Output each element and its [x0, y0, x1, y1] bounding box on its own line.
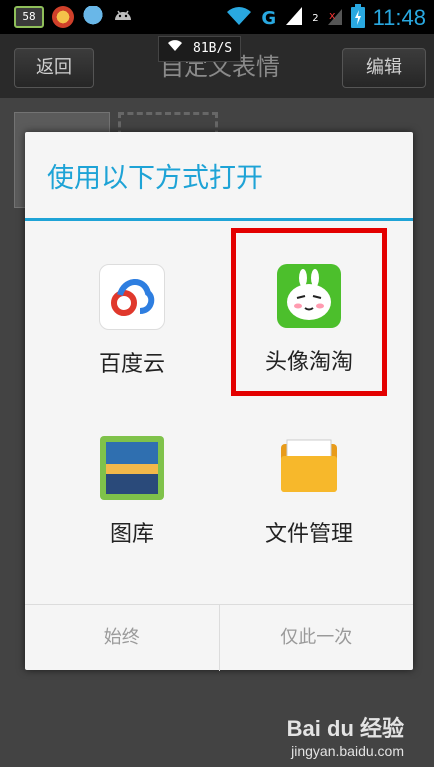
signal-icon [284, 5, 304, 31]
file-manager-icon [277, 436, 341, 500]
app-option-baidu-cloud[interactable]: 百度云 [47, 264, 217, 378]
network-speed-value: 81B/S [193, 41, 233, 56]
dialog-title: 使用以下方式打开 [47, 163, 263, 194]
app-label: 文件管理 [264, 522, 353, 547]
baidu-cloud-icon [99, 264, 165, 330]
signal-empty-icon: x [327, 5, 343, 31]
battery-level-badge: 58 [14, 6, 44, 28]
chat-app-icon [82, 6, 104, 28]
battery-icon [350, 4, 365, 32]
app-label: 图库 [109, 522, 154, 547]
gallery-icon [100, 436, 164, 500]
status-right-icons: G 2 x 11:48 [225, 4, 426, 32]
open-with-dialog: 使用以下方式打开 百度云 头像淘淘 图库 文件管理 始终 仅此一次 [25, 132, 413, 671]
always-button[interactable]: 始终 [25, 605, 219, 671]
notification-app-icon [52, 6, 74, 28]
edit-button[interactable]: 编辑 [342, 48, 426, 88]
watermark-brand: Bai du 经验 [286, 716, 404, 741]
status-left-icons: 58 [14, 6, 134, 28]
network-type: G [261, 7, 277, 29]
status-bar: 58 G 2 x 11:48 [0, 0, 434, 34]
app-label: 百度云 [98, 352, 165, 377]
dialog-header: 使用以下方式打开 [25, 132, 413, 221]
watermark-url: jingyan.baidu.com [291, 743, 404, 759]
app-option-file-manager[interactable]: 文件管理 [224, 436, 394, 548]
back-button[interactable]: 返回 [14, 48, 94, 88]
svg-text:x: x [329, 9, 336, 22]
dialog-footer: 始终 仅此一次 [25, 604, 413, 671]
baidu-jingyan-watermark: Bai du 经验 jingyan.baidu.com [287, 711, 404, 759]
just-once-button[interactable]: 仅此一次 [218, 605, 414, 671]
sim-label: 2 [312, 12, 319, 24]
clock: 11:48 [372, 5, 426, 30]
wifi-icon [225, 5, 253, 31]
wifi-small-icon [167, 37, 183, 61]
network-speed-indicator: 81B/S [158, 36, 242, 62]
app-option-gallery[interactable]: 图库 [47, 436, 217, 548]
android-icon [112, 6, 134, 28]
highlight-box [231, 228, 387, 396]
